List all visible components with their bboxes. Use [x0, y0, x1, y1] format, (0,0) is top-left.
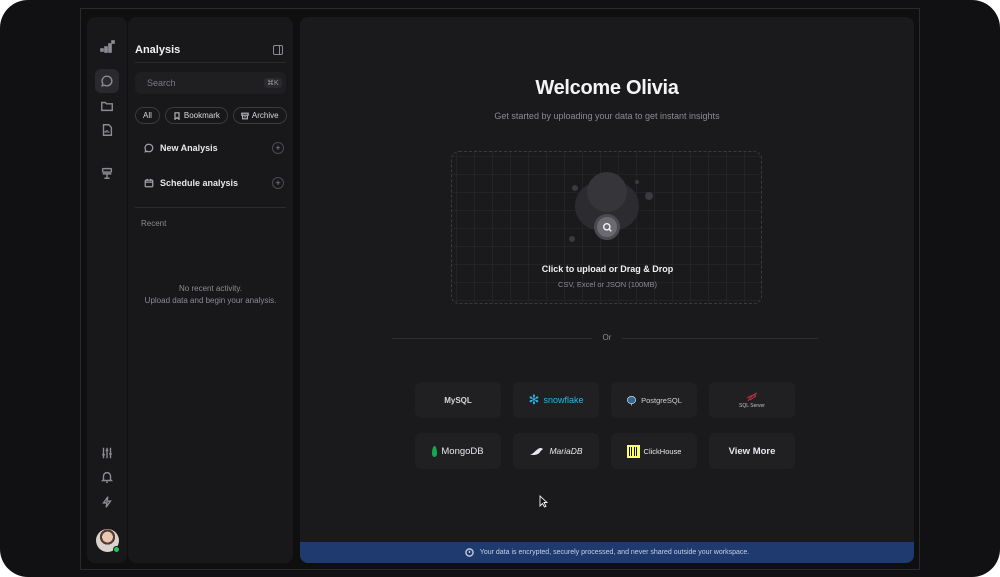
mariadb-logo: MariaDB [549, 446, 583, 456]
device-frame: Analysis ⌘K All Bookmark Archive [0, 0, 1000, 577]
main-panel: Welcome Olivia Get started by uploading … [300, 17, 914, 563]
divider [135, 207, 286, 208]
upload-title: Click to upload or Drag & Drop [541, 264, 674, 274]
or-separator: Or [602, 333, 612, 342]
icon-rail [87, 17, 127, 563]
filter-label: Archive [251, 111, 279, 120]
divider [135, 62, 286, 63]
filter-label: Bookmark [183, 111, 220, 120]
database-icon[interactable] [95, 161, 119, 185]
online-status-dot [113, 546, 120, 553]
page-title: Welcome Olivia [535, 77, 679, 99]
schedule-analysis-item[interactable]: Schedule analysis + [144, 175, 284, 191]
empty-state-line1: No recent activity. [179, 284, 242, 293]
mouse-cursor-icon [539, 495, 548, 508]
sql-server-icon [746, 392, 758, 401]
mongodb-connector[interactable]: MongoDB [415, 433, 501, 469]
view-more-button[interactable]: View More [709, 433, 795, 469]
sliders-icon[interactable] [95, 441, 119, 465]
seal-icon [530, 448, 544, 455]
clickhouse-bars-icon [626, 444, 640, 458]
filter-archive[interactable]: Archive [232, 107, 287, 124]
upload-dropzone[interactable]: Click to upload or Drag & Drop CSV, Exce… [451, 151, 762, 304]
empty-state-line2: Upload data and begin your analysis. [144, 296, 277, 305]
snowflake-logo: snowflake [543, 395, 584, 405]
chat-bubble-icon [144, 143, 154, 153]
search-input[interactable] [147, 78, 264, 88]
mariadb-connector[interactable]: MariaDB [513, 433, 599, 469]
banner-text: Your data is encrypted, securely process… [479, 549, 750, 556]
sidebar-toggle-icon[interactable] [273, 45, 283, 55]
analysis-sidebar: Analysis ⌘K All Bookmark Archive [128, 17, 293, 563]
snowflake-connector[interactable]: ✻ snowflake [513, 382, 599, 418]
chat-icon[interactable] [95, 69, 119, 93]
app-window: Analysis ⌘K All Bookmark Archive [80, 8, 920, 570]
clickhouse-connector[interactable]: ClickHouse [611, 433, 697, 469]
avatar[interactable] [96, 529, 120, 553]
upload-formats: CSV, Excel or JSON (100MB) [558, 280, 657, 289]
search-box[interactable]: ⌘K [135, 72, 286, 94]
report-icon[interactable] [95, 118, 119, 142]
archive-icon [241, 112, 249, 119]
postgresql-logo: PostgreSQL [641, 395, 682, 405]
postgresql-connector[interactable]: PostgreSQL [611, 382, 697, 418]
add-schedule-button[interactable]: + [272, 177, 284, 189]
add-analysis-button[interactable]: + [272, 142, 284, 154]
search-shortcut: ⌘K [264, 78, 282, 88]
mongodb-logo: MongoDB [441, 445, 484, 457]
sidebar-item-label: Schedule analysis [160, 178, 239, 188]
folder-icon[interactable] [95, 94, 119, 118]
calendar-icon [144, 178, 154, 188]
filter-all[interactable]: All [135, 107, 160, 124]
sql-server-connector[interactable]: SQL Server [709, 382, 795, 418]
filter-bookmark[interactable]: Bookmark [164, 107, 228, 124]
bell-icon[interactable] [95, 465, 119, 489]
view-more-label: View More [728, 445, 776, 457]
sidebar-item-label: New Analysis [160, 143, 218, 153]
cloud-upload-icon [572, 172, 642, 242]
recent-label: Recent [141, 219, 167, 228]
snowflake-icon: ✻ [528, 392, 540, 407]
mysql-connector[interactable]: MySQL [415, 382, 501, 418]
search-icon [594, 214, 620, 240]
app-logo-icon[interactable] [95, 35, 119, 59]
security-banner: Your data is encrypted, securely process… [300, 542, 914, 563]
mongodb-leaf-icon [432, 445, 438, 457]
sql-server-logo: SQL Server [739, 402, 765, 409]
sidebar-title: Analysis [135, 44, 181, 56]
elephant-icon [627, 395, 637, 406]
filter-label: All [143, 111, 152, 120]
page-subtitle: Get started by uploading your data to ge… [494, 111, 720, 121]
lightning-icon[interactable] [95, 490, 119, 514]
bookmark-icon [174, 111, 180, 120]
mysql-logo: MySQL [444, 395, 472, 405]
filter-chips: All Bookmark Archive [135, 107, 287, 124]
shield-icon [464, 548, 474, 557]
clickhouse-logo: ClickHouse [643, 446, 682, 456]
new-analysis-item[interactable]: New Analysis + [144, 140, 284, 156]
